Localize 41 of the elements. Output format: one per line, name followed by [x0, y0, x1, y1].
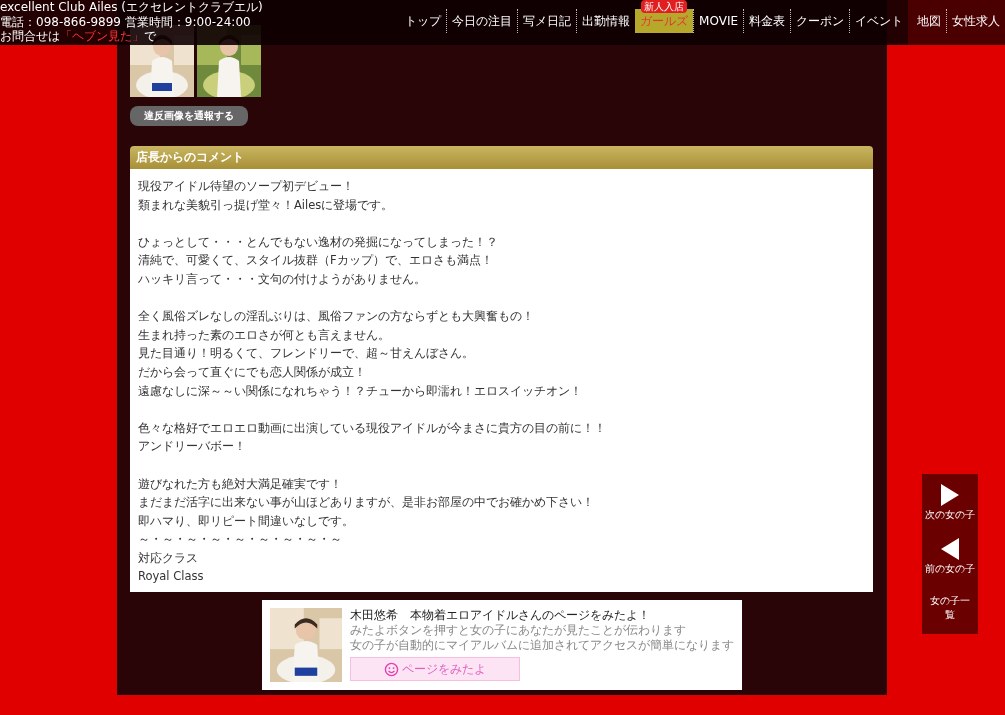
- next-girl-button[interactable]: 次の女の子: [922, 474, 978, 528]
- comment-text: 見た目通り！明るくて、フレンドリーで、超～甘えんぼさん。: [138, 345, 475, 363]
- nav-tab[interactable]: 地図: [912, 9, 946, 33]
- shop-name: excellent Club Ailes (エクセレントクラブエル): [0, 0, 263, 15]
- play-icon: [941, 484, 959, 506]
- mitayo-description: 女の子が自動的にマイアルバムに追加されてアクセスが簡単になります: [349, 638, 734, 654]
- back-triangle-icon: [941, 538, 959, 560]
- nav-tab[interactable]: クーポン: [790, 9, 849, 33]
- nav-tab[interactable]: トップ: [400, 9, 447, 33]
- comment-text: 色々な格好でエロエロ動画に出演している現役アイドルが今まさに貴方の目の前に！！: [138, 419, 607, 437]
- comment-text: 遠慮なしに深～～い関係になれちゃう！？チューから即濡れ！エロスイッチオン！: [138, 382, 583, 400]
- mitayo-description: みたよボタンを押すと女の子にあなたが見たことが伝わります: [349, 623, 687, 639]
- new-badge: 新人入店: [641, 0, 688, 13]
- girl-list-button[interactable]: 女の子一覧: [930, 582, 970, 634]
- comment-text: まだまだ活字に出来ない事が山ほどありますが、是非お部屋の中でお確かめ下さい！: [138, 494, 595, 512]
- comment-text: Royal Class: [138, 568, 205, 586]
- comment-text: 類まれな美貌引っ提げ堂々！Ailesに登場です。: [138, 196, 395, 214]
- comment-text: ひょっとして・・・とんでもない逸材の発掘になってしまった！？: [138, 233, 499, 251]
- comment-text: 現役アイドル待望のソープ初デビュー！: [138, 178, 355, 195]
- nav-tab[interactable]: 女性求人: [946, 9, 1005, 33]
- comment-text: 清純で、可愛くて、スタイル抜群（Fカップ）で、エロさも満点！: [138, 252, 494, 270]
- comment-text: アンドリーバボー！: [138, 438, 247, 456]
- comment-text: ～・～・～・～・～・～・～・～・～: [138, 531, 343, 549]
- comment-text: 全く風俗ズレなしの淫乱ぶりは、風俗ファンの方ならずとも大興奮もの！: [138, 308, 535, 326]
- comment-text: だから会って直ぐにでも恋人関係が成立！: [138, 363, 367, 381]
- report-button[interactable]: 違反画像を通報する: [130, 106, 248, 126]
- nav-tab[interactable]: 料金表: [743, 9, 790, 33]
- comment-text: ハッキリ言って・・・文句の付けようがありません。: [138, 270, 427, 288]
- nav-tab[interactable]: 写メ日記: [517, 9, 577, 33]
- section-title: 店長からのコメント: [130, 146, 873, 169]
- smiley-icon: [384, 662, 398, 676]
- nav-tab[interactable]: 今日の注目: [446, 9, 518, 33]
- previous-girl-button[interactable]: 前の女の子: [922, 528, 978, 582]
- inquiry-text: お問合せは「ヘブン見た」で: [0, 29, 157, 44]
- mitayo-title: 木田悠希 本物着エロアイドルさんのページをみたよ！: [349, 608, 651, 624]
- contact-info: 電話：098-866-9899 営業時間：9:00-24:00: [0, 14, 252, 29]
- comment-text: 生まれ持った素のエロさが何とも言えません。: [138, 326, 391, 344]
- comment-text: 即ハマり、即リピート間違いなしです。: [138, 512, 355, 530]
- nav-tab[interactable]: MOVIE: [693, 9, 743, 33]
- comment-text: 遊びなれた方も絶対大満足確実です！: [138, 475, 343, 493]
- comment-text: 対応クラス: [138, 549, 199, 567]
